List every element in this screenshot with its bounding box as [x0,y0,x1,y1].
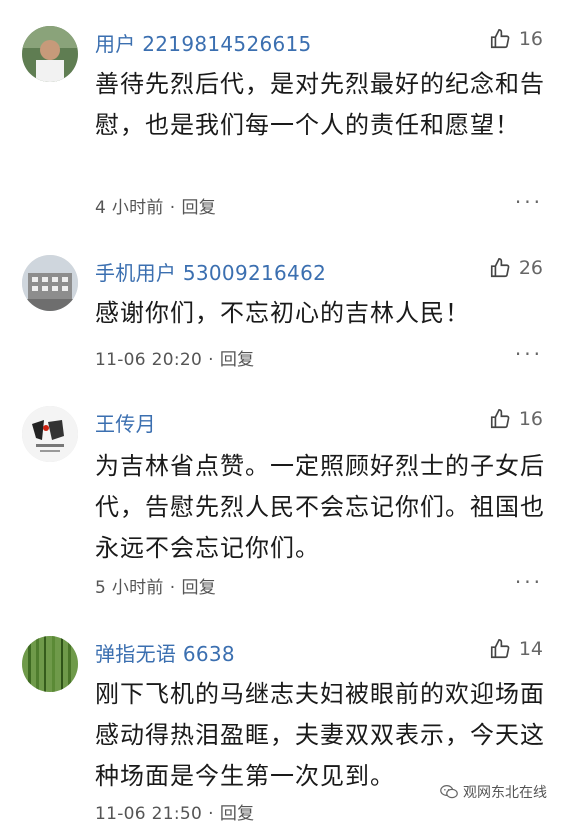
reply-button[interactable]: 回复 [181,198,216,218]
reply-button[interactable]: 回复 [181,578,216,598]
comment-text: 感谢你们，不忘初心的吉林人民！ [95,299,470,327]
like-button[interactable]: 16 [489,408,543,430]
comment-meta: 11-06 21:50 · 回复 [95,799,254,824]
username[interactable]: 弹指无语 6638 [95,638,235,667]
like-button[interactable]: 26 [489,257,543,279]
like-count: 16 [518,28,543,50]
avatar[interactable] [22,636,78,692]
timestamp: 4 小时前 [95,198,164,218]
reply-button[interactable]: 回复 [220,350,255,370]
avatar[interactable] [22,406,78,462]
timestamp: 11-06 21:50 [95,804,203,824]
more-options-button[interactable]: ··· [515,342,543,366]
comment-item: 用户 2219814526615 16 善待先烈后代，是对先烈最好的纪念和告慰，… [0,0,567,218]
comment-item: 手机用户 53009216462 26 感谢你们，不忘初心的吉林人民！ 11-0… [0,229,567,379]
thumbs-up-icon [490,409,510,429]
thumbs-up-icon [490,29,510,49]
separator: · [208,350,214,370]
timestamp: 11-06 20:20 [95,350,203,370]
separator: · [169,578,176,598]
like-count: 26 [518,257,543,279]
username[interactable]: 手机用户 53009216462 [95,257,326,286]
watermark-text: 观网东北在线 [463,785,547,801]
like-button[interactable]: 16 [489,28,543,50]
timestamp: 5 小时前 [95,578,164,598]
more-options-button[interactable]: ··· [515,190,543,214]
like-button[interactable]: 14 [489,638,543,660]
like-count: 16 [518,408,543,430]
comment-text: 为吉林省点赞。一定照顾好烈士的子女后代，告慰先烈人民不会忘记你们。祖国也永远不会… [95,452,545,562]
avatar[interactable] [22,26,78,82]
reply-button[interactable]: 回复 [220,804,255,824]
username[interactable]: 用户 2219814526615 [95,28,312,57]
avatar[interactable] [22,255,78,311]
watermark: 观网东北在线 [436,780,551,804]
comment-meta: 5 小时前 · 回复 [95,573,216,598]
username[interactable]: 王传月 [95,408,156,437]
comment-item: 王传月 16 为吉林省点赞。一定照顾好烈士的子女后代，告慰先烈人民不会忘记你们。… [0,380,567,610]
wechat-icon [440,785,458,799]
comment-meta: 11-06 20:20 · 回复 [95,345,254,370]
comment-meta: 4 小时前 · 回复 [95,193,216,218]
like-count: 14 [518,638,543,660]
separator: · [169,198,176,218]
thumbs-up-icon [490,639,510,659]
comment-text: 善待先烈后代，是对先烈最好的纪念和告慰，也是我们每一个人的责任和愿望！ [95,70,545,139]
separator: · [208,804,214,824]
thumbs-up-icon [490,258,510,278]
comment-text: 刚下飞机的马继志夫妇被眼前的欢迎场面感动得热泪盈眶，夫妻双双表示，今天这种场面是… [95,680,545,790]
more-options-button[interactable]: ··· [515,570,543,594]
